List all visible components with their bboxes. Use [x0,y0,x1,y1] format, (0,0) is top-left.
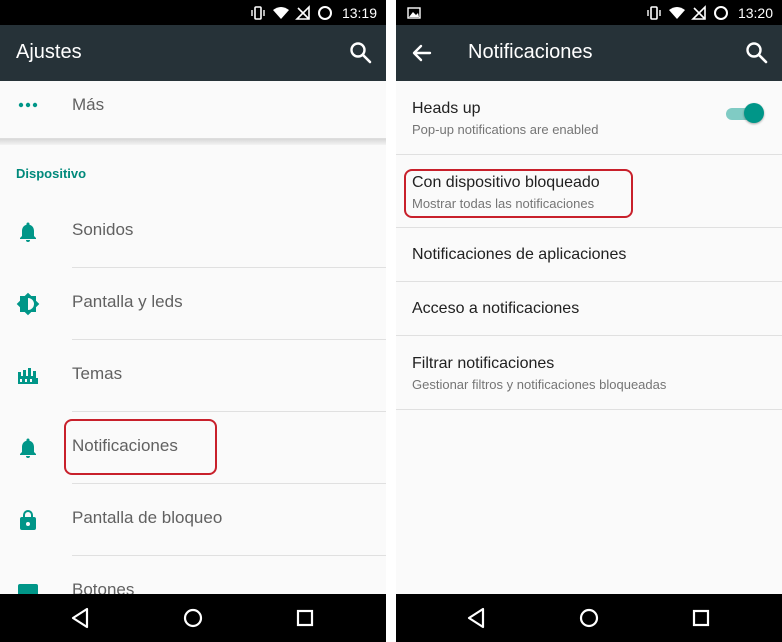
settings-item-label: Temas [72,364,123,383]
pref-filter-notifications[interactable]: Filtrar notificaciones Gestionar filtros… [396,336,782,410]
themes-icon [18,368,38,384]
wifi-icon [273,7,289,19]
pref-title: Acceso a notificaciones [412,300,580,317]
highlight-annotation [64,419,217,475]
back-arrow-icon[interactable] [410,41,434,65]
status-time: 13:20 [737,5,773,21]
settings-item-temas[interactable]: Temas [0,340,386,412]
pref-title: Filtrar notificaciones [412,355,555,372]
heads-up-toggle[interactable] [726,103,764,125]
status-bar: 13:19 [0,0,386,25]
settings-item-label: Pantalla y leds [72,292,183,311]
settings-item-sonidos[interactable]: Sonidos [0,196,386,268]
navigation-bar [0,594,386,642]
home-nav-icon[interactable] [575,604,603,632]
vibrate-icon [251,6,265,20]
bell-icon [20,222,36,242]
section-divider [0,139,386,145]
navigation-bar [396,594,782,642]
more-icon [18,102,38,108]
wifi-icon [669,7,685,19]
settings-item-pantalla-bloqueo[interactable]: Pantalla de bloqueo [0,484,386,556]
section-header: Dispositivo [16,166,87,181]
status-time: 13:19 [341,5,377,21]
no-signal-icon [691,5,706,20]
app-toolbar: Notificaciones [396,25,782,81]
no-signal-icon [295,5,310,20]
settings-item-more[interactable]: Más [0,81,386,139]
brightness-icon [16,292,40,316]
pref-title: Heads up [412,100,481,117]
back-nav-icon[interactable] [462,604,490,632]
toolbar-title: Notificaciones [468,41,593,63]
image-notification-icon [407,7,421,19]
notifications-screen: 13:20 Notificaciones Heads up Pop-up not… [396,0,782,642]
bell-icon [20,438,36,458]
pref-notification-access[interactable]: Acceso a notificaciones [396,282,782,336]
pref-title: Notificaciones de aplicaciones [412,246,627,263]
settings-item-pantalla-leds[interactable]: Pantalla y leds [0,268,386,340]
pref-summary: Gestionar filtros y notificaciones bloqu… [412,377,667,392]
settings-item-label: Pantalla de bloqueo [72,508,223,527]
lock-icon [20,510,36,530]
toolbar-title: Ajustes [16,41,82,63]
back-nav-icon[interactable] [66,604,94,632]
pref-app-notifications[interactable]: Notificaciones de aplicaciones [396,228,782,282]
search-icon[interactable] [348,40,374,66]
app-toolbar: Ajustes [0,25,386,81]
pref-summary: Pop-up notifications are enabled [412,122,599,137]
recents-nav-icon[interactable] [291,604,319,632]
home-nav-icon[interactable] [179,604,207,632]
battery-charging-icon [714,6,728,20]
settings-item-label: Sonidos [72,220,134,239]
battery-charging-icon [318,6,332,20]
recents-nav-icon[interactable] [687,604,715,632]
pref-heads-up[interactable]: Heads up Pop-up notifications are enable… [396,81,782,155]
status-bar: 13:20 [396,0,782,25]
search-icon[interactable] [744,40,770,66]
settings-item-label: Más [72,95,105,114]
highlight-annotation [404,169,633,218]
toggle-thumb [744,103,764,123]
vibrate-icon [647,6,661,20]
settings-screen: 13:19 Ajustes Más Dispositivo Sonidos Pa… [0,0,386,642]
